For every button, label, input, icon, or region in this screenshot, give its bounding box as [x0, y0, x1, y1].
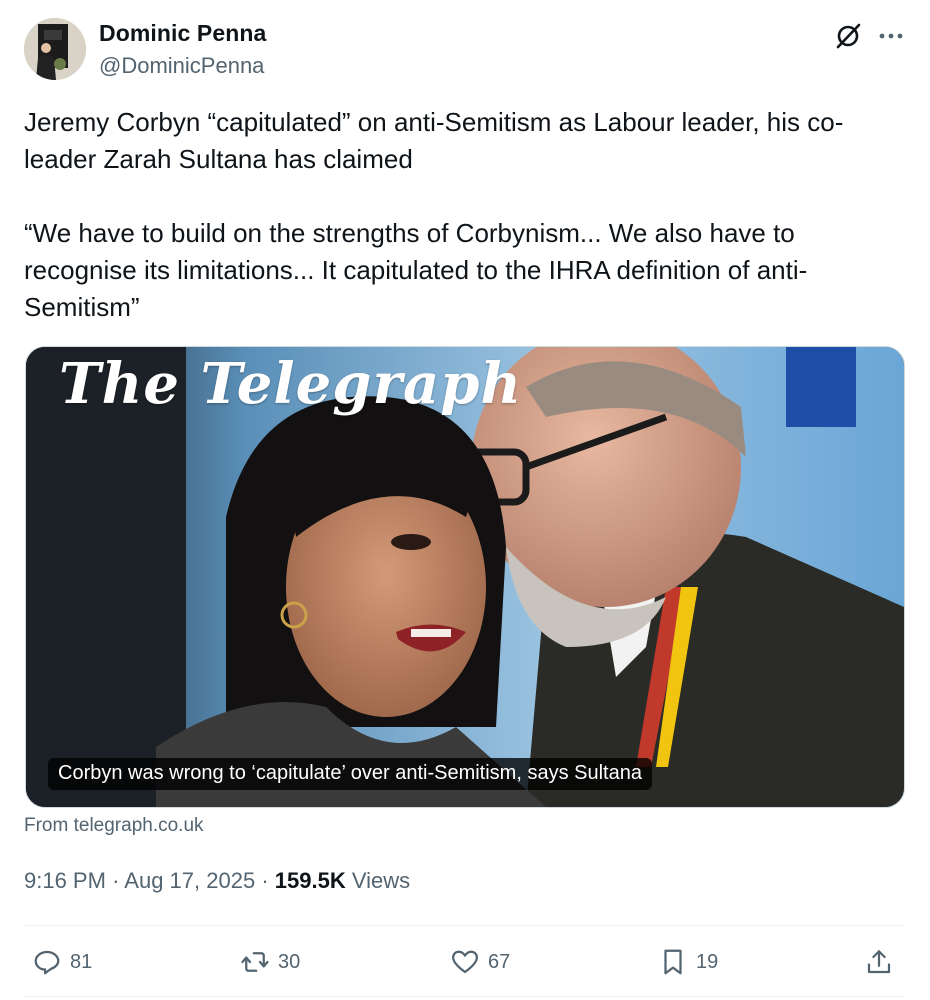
meta-separator: · — [261, 868, 269, 893]
reply-button[interactable]: 81 — [32, 946, 92, 978]
tweet-text: Jeremy Corbyn “capitulated” on anti-Semi… — [24, 104, 904, 326]
more-icon[interactable] — [876, 22, 906, 50]
repost-count: 30 — [278, 950, 301, 973]
link-card[interactable]: The Telegraph Corbyn was wrong to ‘capit… — [25, 346, 905, 808]
reply-count: 81 — [70, 950, 93, 973]
author-handle[interactable]: @DominicPenna — [99, 53, 264, 79]
tweet-paragraph: Jeremy Corbyn “capitulated” on anti-Semi… — [24, 107, 844, 174]
bookmark-count: 19 — [696, 950, 719, 973]
views-count: 159.5K — [274, 868, 346, 893]
reply-icon — [34, 950, 60, 975]
share-icon — [867, 950, 891, 974]
like-button[interactable]: 67 — [450, 946, 510, 978]
author-name[interactable]: Dominic Penna — [99, 20, 266, 47]
share-button[interactable] — [864, 946, 902, 978]
heart-icon — [452, 950, 478, 974]
tweet-paragraph: “We have to build on the strengths of Co… — [24, 218, 808, 322]
divider — [24, 996, 904, 997]
meta-separator: · — [112, 868, 120, 893]
tweet-meta: 9:16 PM · Aug 17, 2025 · 159.5K Views — [24, 868, 410, 894]
bookmark-icon — [664, 949, 682, 975]
tweet-date[interactable]: Aug 17, 2025 — [124, 868, 255, 893]
repost-icon — [241, 952, 269, 972]
divider — [24, 925, 904, 926]
avatar[interactable] — [24, 18, 86, 80]
avatar-photo — [24, 18, 86, 80]
card-source[interactable]: From telegraph.co.uk — [24, 815, 204, 837]
tweet-time[interactable]: 9:16 PM — [24, 868, 106, 893]
bookmark-button[interactable]: 19 — [658, 946, 718, 978]
card-caption: Corbyn was wrong to ‘capitulate’ over an… — [48, 758, 652, 790]
masthead-logo: The Telegraph — [59, 351, 523, 417]
like-count: 67 — [488, 950, 511, 973]
grok-icon[interactable] — [834, 22, 862, 50]
repost-button[interactable]: 30 — [240, 946, 300, 978]
views-label: Views — [351, 868, 411, 893]
